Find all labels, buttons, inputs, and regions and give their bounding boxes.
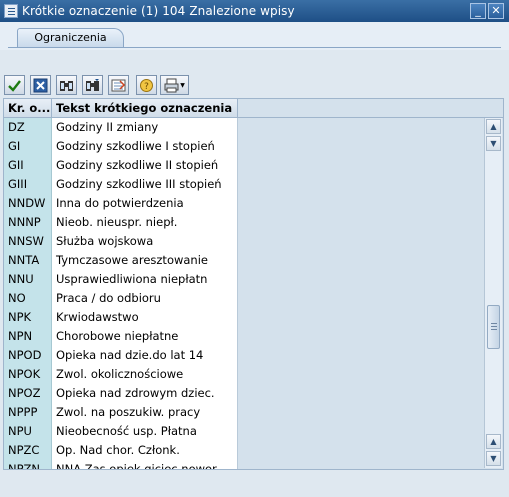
close-button[interactable]: ✕ <box>488 3 504 19</box>
table-row[interactable]: NNU Usprawiedliwiona niepłatn <box>4 270 238 289</box>
cell-code[interactable]: GI <box>4 137 52 156</box>
find-button[interactable] <box>56 75 77 95</box>
cell-code[interactable]: NNSW <box>4 232 52 251</box>
cell-code[interactable]: NPZN <box>4 460 52 469</box>
table-row[interactable]: NPOK Zwol. okolicznościowe <box>4 365 238 384</box>
cell-text[interactable]: Tymczasowe aresztowanie <box>52 251 238 270</box>
table-row[interactable]: NPZN NNA Zas.opiek.giciec nowor. <box>4 460 238 469</box>
footer-area <box>0 472 509 497</box>
dropdown-arrow-icon: ▼ <box>180 81 185 89</box>
vertical-scrollbar[interactable]: ▲ ▼ ▲ ▼ <box>484 118 502 468</box>
svg-text:?: ? <box>144 82 149 92</box>
cell-code[interactable]: NNNP <box>4 213 52 232</box>
cell-text[interactable]: NNA Zas.opiek.giciec nowor. <box>52 460 238 469</box>
cell-code[interactable]: GII <box>4 156 52 175</box>
confirm-button[interactable] <box>4 75 25 95</box>
results-table: Kr. o... Tekst krótkiego oznaczenia DZ Go… <box>3 98 504 470</box>
cell-text[interactable]: Opieka nad zdrowym dziec. <box>52 384 238 403</box>
cell-code[interactable]: DZ <box>4 118 52 137</box>
table-row[interactable]: NNTA Tymczasowe aresztowanie <box>4 251 238 270</box>
window-icon <box>4 4 18 18</box>
column-header-text[interactable]: Tekst krótkiego oznaczenia <box>52 99 238 117</box>
cell-code[interactable]: GIII <box>4 175 52 194</box>
cell-code[interactable]: NNU <box>4 270 52 289</box>
table-row[interactable]: NPZC Op. Nad chor. Członk. <box>4 441 238 460</box>
cell-text[interactable]: Opieka nad dzie.do lat 14 <box>52 346 238 365</box>
sort-button[interactable] <box>108 75 129 95</box>
cell-text[interactable]: Zwol. okolicznościowe <box>52 365 238 384</box>
grip-icon <box>491 323 497 324</box>
cell-text[interactable]: Godziny szkodliwe II stopień <box>52 156 238 175</box>
table-row[interactable]: NPOD Opieka nad dzie.do lat 14 <box>4 346 238 365</box>
cell-text[interactable]: Służba wojskowa <box>52 232 238 251</box>
table-row[interactable]: NPN Chorobowe niepłatne <box>4 327 238 346</box>
table-row[interactable]: GII Godziny szkodliwe II stopień <box>4 156 238 175</box>
cell-text[interactable]: Nieob. nieuspr. niepł. <box>52 213 238 232</box>
cell-text[interactable]: Krwiodawstwo <box>52 308 238 327</box>
cell-code[interactable]: NPU <box>4 422 52 441</box>
title-bar: Krótkie oznaczenie (1) 104 Znalezione wp… <box>0 0 509 22</box>
minimize-button[interactable]: _ <box>470 3 486 19</box>
cell-code[interactable]: NO <box>4 289 52 308</box>
scroll-up-button[interactable]: ▲ <box>486 119 501 134</box>
table-body: DZ Godziny II zmiany GI Godziny szkodliwe I… <box>4 118 238 469</box>
checkmark-icon <box>8 79 21 92</box>
cell-code[interactable]: NPN <box>4 327 52 346</box>
table-row[interactable]: NPOZ Opieka nad zdrowym dziec. <box>4 384 238 403</box>
table-row[interactable]: NNDW Inna do potwierdzenia <box>4 194 238 213</box>
cell-text[interactable]: Op. Nad chor. Członk. <box>52 441 238 460</box>
print-icon <box>164 78 179 92</box>
table-row[interactable]: NNSW Służba wojskowa <box>4 232 238 251</box>
scrollbar-thumb[interactable] <box>487 305 500 349</box>
cell-text[interactable]: Praca / do odbioru <box>52 289 238 308</box>
table-row[interactable]: NPPP Zwol. na poszukiw. pracy <box>4 403 238 422</box>
table-row[interactable]: DZ Godziny II zmiany <box>4 118 238 137</box>
find-next-button[interactable] <box>82 75 103 95</box>
scroll-down-button[interactable]: ▼ <box>486 451 501 466</box>
cell-text[interactable]: Godziny II zmiany <box>52 118 238 137</box>
cell-code[interactable]: NPPP <box>4 403 52 422</box>
cell-code[interactable]: NPOK <box>4 365 52 384</box>
cell-code[interactable]: NNDW <box>4 194 52 213</box>
cell-code[interactable]: NNTA <box>4 251 52 270</box>
table-row[interactable]: NPK Krwiodawstwo <box>4 308 238 327</box>
table-row[interactable]: NPU Nieobecność usp. Płatna <box>4 422 238 441</box>
table-row[interactable]: NO Praca / do odbioru <box>4 289 238 308</box>
sort-icon <box>111 79 126 91</box>
table-row[interactable]: GI Godziny szkodliwe I stopień <box>4 137 238 156</box>
tab-divider <box>8 47 501 48</box>
cell-text[interactable]: Inna do potwierdzenia <box>52 194 238 213</box>
cell-code[interactable]: NPK <box>4 308 52 327</box>
scroll-up-fast-button[interactable]: ▼ <box>486 136 501 151</box>
cell-text[interactable]: Nieobecność usp. Płatna <box>52 422 238 441</box>
cell-code[interactable]: NPZC <box>4 441 52 460</box>
cell-text[interactable]: Godziny szkodliwe III stopień <box>52 175 238 194</box>
find-icon <box>60 80 73 91</box>
cell-code[interactable]: NPOZ <box>4 384 52 403</box>
toolbar: ? ▼ <box>0 72 509 98</box>
window-title: Krótkie oznaczenie (1) 104 Znalezione wp… <box>22 4 295 18</box>
table-row[interactable]: NNNP Nieob. nieuspr. niepł. <box>4 213 238 232</box>
print-button[interactable]: ▼ <box>160 75 189 95</box>
find-next-icon <box>86 78 99 91</box>
scroll-down-fast-button[interactable]: ▲ <box>486 434 501 449</box>
cancel-button[interactable] <box>30 75 51 95</box>
cell-text[interactable]: Chorobowe niepłatne <box>52 327 238 346</box>
cell-text[interactable]: Godziny szkodliwe I stopień <box>52 137 238 156</box>
table-header: Kr. o... Tekst krótkiego oznaczenia <box>4 99 503 118</box>
help-button[interactable]: ? <box>136 75 157 95</box>
tab-ograniczenia[interactable]: Ograniczenia <box>17 28 124 48</box>
cell-text[interactable]: Zwol. na poszukiw. pracy <box>52 403 238 422</box>
table-row[interactable]: GIII Godziny szkodliwe III stopień <box>4 175 238 194</box>
cell-text[interactable]: Usprawiedliwiona niepłatn <box>52 270 238 289</box>
tab-strip: Ograniczenia <box>0 22 509 50</box>
column-header-code[interactable]: Kr. o... <box>4 99 52 117</box>
help-icon: ? <box>140 78 153 92</box>
cell-code[interactable]: NPOD <box>4 346 52 365</box>
cancel-icon <box>33 78 48 92</box>
